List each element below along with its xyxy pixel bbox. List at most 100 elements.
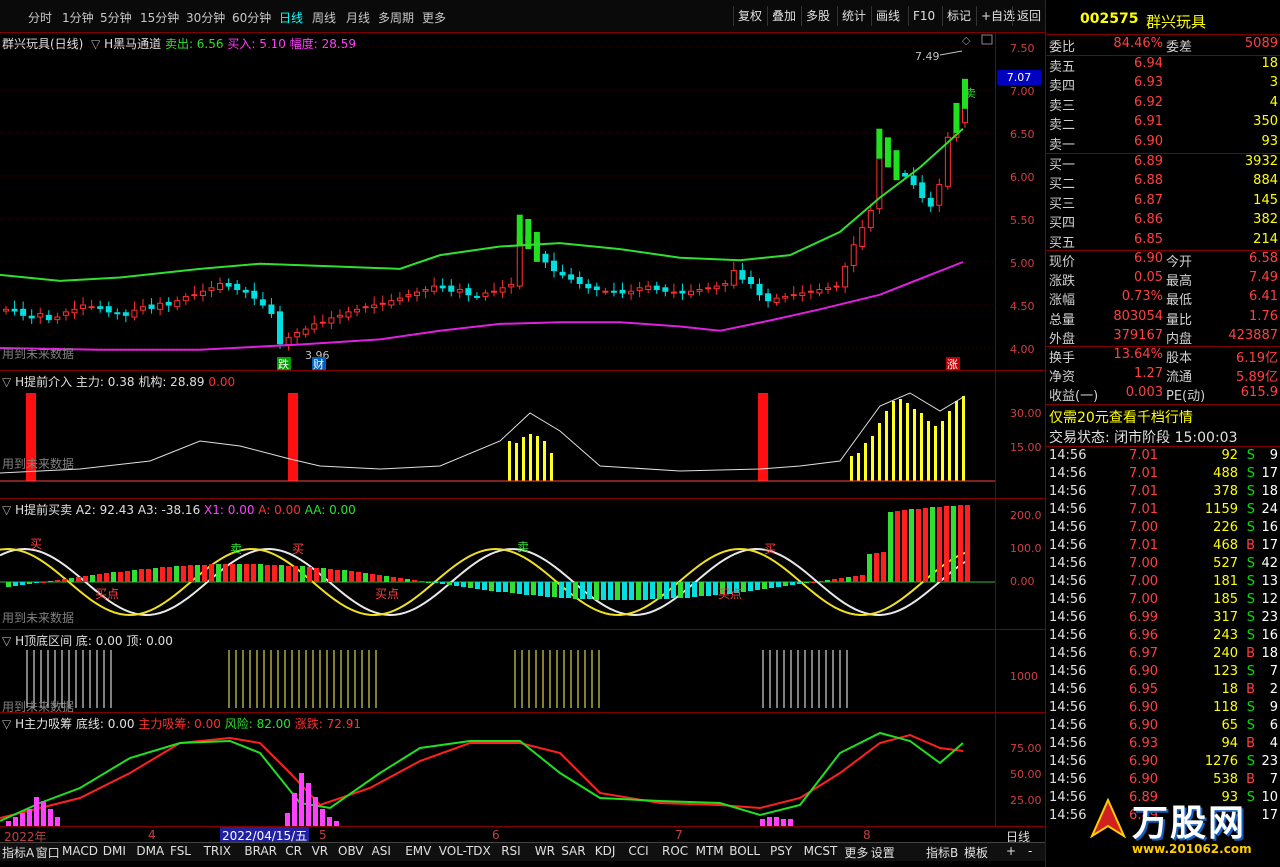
histogram-bar bbox=[447, 582, 452, 585]
indicator-tab[interactable]: CCI bbox=[628, 844, 648, 858]
period-tab[interactable]: 周线 bbox=[312, 9, 336, 26]
indicator-tab[interactable]: ASI bbox=[372, 844, 391, 858]
candle-body bbox=[551, 260, 557, 272]
candle-body bbox=[37, 313, 44, 318]
histogram-bar bbox=[685, 582, 690, 598]
indicator-tab[interactable]: DMA bbox=[136, 844, 164, 858]
template-tab[interactable]: 指标B bbox=[926, 844, 958, 861]
indicator-tab[interactable]: OBV bbox=[338, 844, 364, 858]
period-tab[interactable]: 1分钟 bbox=[62, 9, 94, 26]
template-tab[interactable]: + bbox=[1006, 844, 1016, 858]
kline-chart[interactable]: 7.493.96卖跌财涨◇ bbox=[0, 33, 995, 371]
indicator-tab[interactable]: BOLL bbox=[729, 844, 760, 858]
tick-price: 6.93 bbox=[1129, 736, 1158, 751]
toolbar-button[interactable]: 多股 bbox=[801, 6, 834, 26]
histogram-bar bbox=[601, 582, 606, 600]
period-tab[interactable]: 5分钟 bbox=[100, 9, 132, 26]
period-tab[interactable]: 分时 bbox=[28, 9, 52, 26]
histogram-bar bbox=[20, 582, 25, 585]
indicator-tab[interactable]: MCST bbox=[804, 844, 838, 858]
candle-body bbox=[439, 285, 446, 289]
indicator-tab[interactable]: VOL-TDX bbox=[439, 844, 491, 858]
tick-side: B bbox=[1246, 682, 1255, 697]
toolbar-button[interactable]: 返回 bbox=[1012, 6, 1045, 26]
top-bottom-panel[interactable]: ▽ H顶底区间 底: 0.00 顶: 0.00 1000 用到未来数据 bbox=[0, 629, 1045, 714]
tick-row: 14:56 6.90 1276 S 23 bbox=[1046, 754, 1280, 773]
candle-body bbox=[705, 287, 712, 290]
indicator-tab[interactable]: RSI bbox=[501, 844, 521, 858]
indicator-tab[interactable]: 指标A bbox=[2, 844, 34, 861]
top-bottom-chart[interactable] bbox=[0, 630, 995, 713]
candle-body bbox=[782, 295, 789, 299]
indicator-tab[interactable]: 窗口 bbox=[36, 844, 60, 861]
indicator-tab[interactable]: WR bbox=[535, 844, 555, 858]
order-volume: 145 bbox=[1253, 192, 1278, 208]
histogram-bar bbox=[300, 566, 305, 582]
absorb-chart[interactable] bbox=[0, 713, 995, 827]
toolbar-button[interactable]: 画线 bbox=[871, 6, 904, 26]
early-entry-panel[interactable]: ▽ H提前介入 主力: 0.38 机构: 28.89 0.00 30.00 15.… bbox=[0, 370, 1045, 499]
maximize-icon[interactable] bbox=[981, 34, 993, 45]
indicator-tab[interactable]: KDJ bbox=[595, 844, 616, 858]
toolbar-button[interactable]: F10 bbox=[908, 6, 939, 26]
histogram-bar bbox=[384, 576, 389, 582]
indicator-tab[interactable]: DMI bbox=[103, 844, 126, 858]
early-trade-chart[interactable]: 买 卖 买 卖 买买点 买点 买点 bbox=[0, 499, 995, 630]
order-price: 6.87 bbox=[1134, 192, 1163, 208]
panel3-axis: 200.0 100.0 0.00 bbox=[995, 499, 1046, 630]
indicator-tab[interactable]: MTM bbox=[696, 844, 724, 858]
candle-body bbox=[508, 283, 515, 288]
template-tab[interactable]: 模板 bbox=[964, 844, 988, 861]
period-tab[interactable]: 月线 bbox=[346, 9, 370, 26]
early-trade-panel[interactable]: ▽ H提前买卖 A2: 92.43 A3: -38.16 X1: 0.00 A:… bbox=[0, 498, 1045, 630]
order-volume: 18 bbox=[1261, 56, 1278, 71]
early-entry-chart[interactable] bbox=[0, 371, 995, 499]
order-book-row: 卖四 6.93 3 bbox=[1046, 75, 1280, 94]
period-tab[interactable]: 30分钟 bbox=[186, 9, 225, 26]
main-force-line bbox=[0, 392, 966, 474]
promo-row[interactable]: 仅需20元查看千档行情 bbox=[1046, 407, 1280, 426]
histogram-bar bbox=[412, 580, 417, 582]
kline-panel[interactable]: 群兴玩具(日线) ▽ H黑马通道 卖出: 6.56 买入: 5.10 幅度: 2… bbox=[0, 32, 1045, 371]
quote-title: 002575 群兴玩具 bbox=[1046, 10, 1280, 32]
indicator-tab[interactable]: PSY bbox=[770, 844, 792, 858]
absorb-panel[interactable]: ▽ H主力吸筹 底线: 0.00 主力吸筹: 0.00 风险: 82.00 涨跌… bbox=[0, 712, 1045, 827]
candle-body bbox=[45, 314, 52, 321]
histogram-bar bbox=[160, 567, 165, 582]
tick-time: 14:56 bbox=[1049, 790, 1087, 805]
stat-row: 现价 6.90 今开 6.58 bbox=[1046, 251, 1280, 270]
template-tab[interactable]: - bbox=[1028, 844, 1032, 858]
period-tab[interactable]: 更多 bbox=[422, 9, 446, 26]
period-tab[interactable]: 多周期 bbox=[378, 9, 414, 26]
indicator-tab[interactable]: 设置 bbox=[871, 844, 895, 861]
indicator-tab[interactable]: BRAR bbox=[244, 844, 277, 858]
toolbar-button[interactable]: 叠加 bbox=[767, 6, 800, 26]
indicator-tab[interactable]: EMV bbox=[405, 844, 431, 858]
tick-price: 7.00 bbox=[1129, 592, 1158, 607]
indicator-tab[interactable]: VR bbox=[312, 844, 329, 858]
event-badge[interactable]: 跌 bbox=[278, 357, 289, 371]
event-badge[interactable]: 财 bbox=[313, 357, 324, 371]
indicator-tab[interactable]: SAR bbox=[561, 844, 585, 858]
stat-label: 量比 bbox=[1166, 312, 1193, 328]
indicator-tab[interactable]: MACD bbox=[62, 844, 98, 858]
diamond-icon[interactable]: ◇ bbox=[962, 34, 971, 47]
indicator-tab[interactable]: FSL bbox=[170, 844, 191, 858]
indicator-tab[interactable]: 更多 bbox=[844, 844, 868, 861]
indicator-tab[interactable]: CR bbox=[285, 844, 302, 858]
candle-body bbox=[756, 283, 763, 296]
period-tab[interactable]: 60分钟 bbox=[232, 9, 271, 26]
histogram-bar bbox=[188, 565, 193, 582]
indicator-tab[interactable]: ROC bbox=[662, 844, 688, 858]
histogram-bar bbox=[888, 512, 893, 582]
order-book-row: 卖二 6.91 350 bbox=[1046, 114, 1280, 133]
period-tab[interactable]: 日线 bbox=[279, 9, 303, 26]
toolbar-button[interactable]: 复权 bbox=[733, 6, 766, 26]
toolbar-button[interactable]: 统计 bbox=[837, 6, 870, 26]
indicator-tab[interactable]: TRIX bbox=[204, 844, 231, 858]
histogram-bar bbox=[13, 582, 18, 586]
toolbar-button[interactable]: 标记 bbox=[942, 6, 975, 26]
institution-bar bbox=[920, 413, 923, 481]
promo-link[interactable]: 仅需20元查看千档行情 bbox=[1049, 407, 1193, 427]
period-tab[interactable]: 15分钟 bbox=[140, 9, 179, 26]
